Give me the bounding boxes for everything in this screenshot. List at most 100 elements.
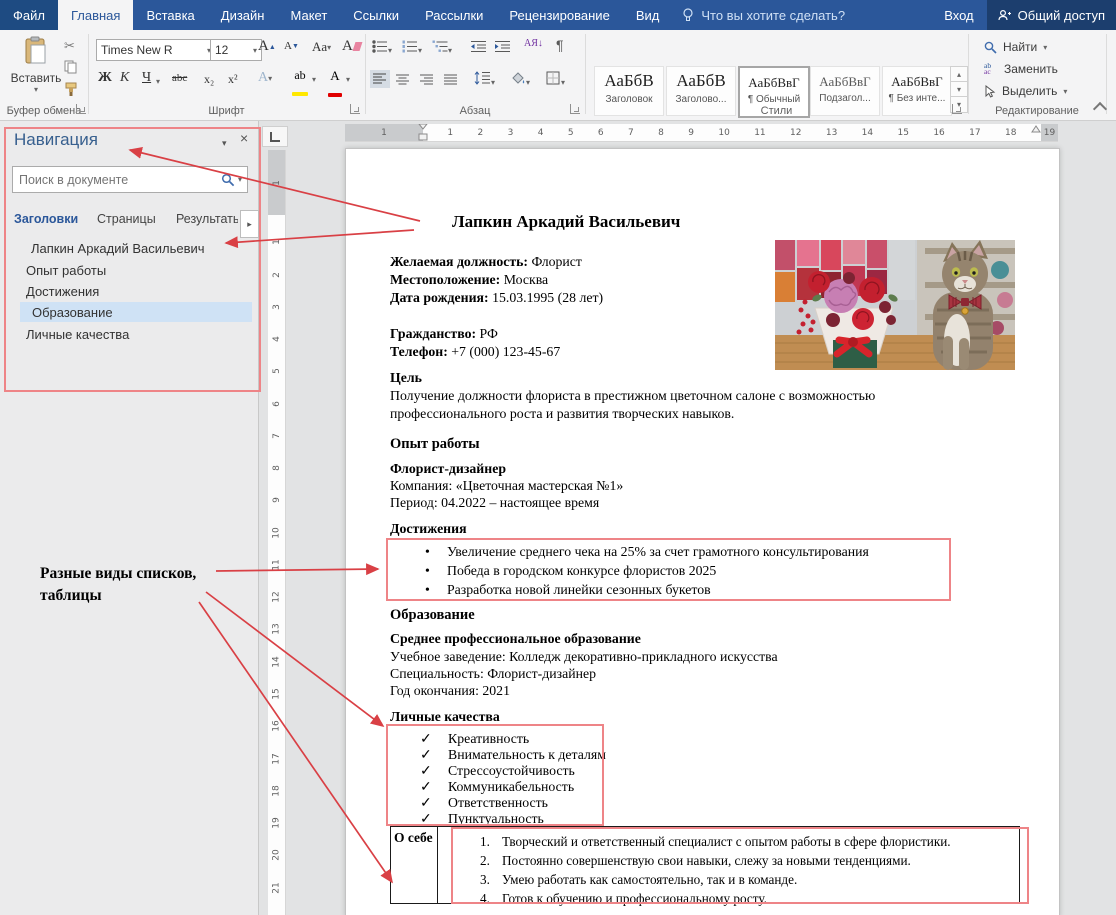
tab-mailings[interactable]: Рассылки [412, 0, 496, 30]
subscript-button[interactable]: x₂ [204, 72, 214, 87]
navigation-close-button[interactable]: × [240, 130, 248, 146]
align-right-button[interactable] [420, 73, 434, 91]
format-painter-button[interactable] [64, 82, 79, 102]
highlight-dropdown-icon[interactable]: ▾ [312, 75, 316, 84]
sort-button[interactable]: АЯ↓ [524, 38, 543, 49]
about-table[interactable]: О себе 1. Творческий и ответственный спец… [390, 826, 1020, 906]
nav-heading-item[interactable]: Личные качества [0, 324, 256, 344]
change-case-button[interactable]: Aa ▾ [312, 39, 331, 55]
section-heading-goal[interactable]: Цель [390, 369, 422, 386]
info-line[interactable]: Телефон: +7 (000) 123-45-67 [390, 343, 560, 360]
bullet-list-item[interactable]: • Разработка новой линейки сезонных букет… [425, 581, 711, 598]
numbering-button[interactable]: ▾ [402, 40, 422, 58]
education-line[interactable]: Специальность: Флорист-дизайнер [390, 665, 596, 682]
section-heading-achievements[interactable]: Достижения [390, 520, 467, 537]
vertical-ruler[interactable]: 1 1 2 3 4 5 6 7 8 9 10 11 12 13 14 15 16 17 18 19 20 21 [268, 150, 285, 915]
increase-indent-button[interactable] [494, 40, 511, 58]
nav-heading-item[interactable]: Достижения [0, 281, 256, 301]
check-list-item[interactable]: ✓ Внимательность к деталям [420, 746, 606, 763]
font-color-button[interactable]: А [328, 68, 342, 102]
goal-text-line[interactable]: Получение должности флориста в престижно… [390, 387, 875, 404]
cut-button[interactable]: ✂ [64, 38, 75, 54]
job-company[interactable]: Компания: «Цветочная мастерская №1» [390, 477, 623, 494]
goal-text-line[interactable]: профессионального роста и развития творч… [390, 405, 734, 422]
tell-me-box[interactable]: Что вы хотите сделать? [672, 0, 855, 30]
search-options-dropdown-icon[interactable]: ▾ [238, 175, 242, 184]
info-line[interactable]: Дата рождения: 15.03.1995 (28 лет) [390, 289, 603, 306]
copy-button[interactable] [64, 60, 78, 79]
check-list-item[interactable]: ✓ Ответственность [420, 794, 548, 811]
numbered-list-item[interactable]: 2. Постоянно совершенствую свои навыки, с… [480, 851, 1015, 870]
nav-tabs-overflow-button[interactable]: ▸ [240, 210, 259, 238]
superscript-button[interactable]: x² [228, 72, 238, 87]
font-color-dropdown-icon[interactable]: ▾ [346, 75, 350, 84]
section-heading-education[interactable]: Образование [390, 607, 475, 624]
decrease-indent-button[interactable] [470, 40, 487, 58]
resume-title[interactable]: Лапкин Аркадий Васильевич [452, 213, 680, 230]
shrink-font-button[interactable]: А ▼ [284, 40, 299, 52]
strikethrough-button[interactable]: abc [172, 72, 187, 84]
education-line[interactable]: Учебное заведение: Колледж декоративно-п… [390, 648, 778, 665]
tab-insert[interactable]: Вставка [133, 0, 207, 30]
signin-button[interactable]: Вход [931, 0, 986, 30]
underline-button[interactable]: Ч [142, 70, 151, 86]
numbered-list-item[interactable]: 4. Готов к обучению и профессиональному р… [480, 889, 1015, 908]
education-subheading[interactable]: Среднее профессиональное образование [390, 630, 641, 647]
clipboard-dialog-launcher[interactable] [76, 104, 86, 114]
grow-font-button[interactable]: А ▲ [258, 38, 276, 55]
line-spacing-button[interactable]: ▾ [474, 71, 495, 90]
bullets-button[interactable]: ▾ [372, 40, 392, 58]
job-period[interactable]: Период: 04.2022 – настоящее время [390, 494, 599, 511]
section-heading-qualities[interactable]: Личные качества [390, 708, 500, 725]
indent-marker-right[interactable] [1031, 125, 1041, 133]
pilcrow-button[interactable]: ¶ [556, 37, 564, 53]
search-icon[interactable] [221, 173, 235, 187]
bold-button[interactable]: Ж [98, 70, 112, 86]
check-list-item[interactable]: ✓ Коммуникабельность [420, 778, 574, 795]
check-list-item[interactable]: ✓ Креативность [420, 730, 529, 747]
font-name-combo[interactable]: Times New R ▾ [96, 39, 216, 61]
justify-button[interactable] [444, 73, 458, 91]
borders-button[interactable]: ▾ [546, 71, 565, 90]
nav-heading-item[interactable]: Лапкин Аркадий Васильевич [0, 238, 256, 258]
font-dialog-launcher[interactable] [350, 104, 360, 114]
clear-formatting-button[interactable]: А [342, 38, 363, 55]
paragraph-dialog-launcher[interactable] [570, 104, 580, 114]
numbered-list-item[interactable]: 1. Творческий и ответственный специалист … [480, 832, 1015, 851]
horizontal-ruler[interactable]: 1 1 2 3 4 5 6 7 8 9 10 11 12 13 14 15 16 17 18 19 [345, 124, 1058, 141]
indent-marker-left[interactable] [418, 124, 428, 141]
info-line[interactable]: Гражданство: РФ [390, 325, 498, 342]
align-left-button[interactable] [370, 70, 390, 88]
check-list-item[interactable]: ✓ Стрессоустойчивость [420, 762, 575, 779]
text-effects-button[interactable]: А ▾ [258, 70, 272, 86]
tab-layout[interactable]: Макет [277, 0, 340, 30]
tab-home[interactable]: Главная [57, 0, 134, 30]
nav-tab-pages[interactable]: Страницы [97, 212, 156, 226]
info-line[interactable]: Желаемая должность: Флорист [390, 253, 582, 270]
nav-tab-results[interactable]: Результать [176, 212, 238, 226]
education-line[interactable]: Год окончания: 2021 [390, 682, 510, 699]
nav-heading-item-selected[interactable]: Образование [20, 302, 252, 322]
share-button[interactable]: Общий доступ [986, 0, 1116, 30]
replace-button[interactable]: ab ac Заменить [984, 62, 1058, 76]
highlight-button[interactable]: ab [292, 68, 308, 101]
tab-stop-selector[interactable] [262, 126, 288, 147]
bullet-list-item[interactable]: • Победа в городском конкурсе флористов 2… [425, 562, 716, 579]
shading-button[interactable]: ▾ [510, 71, 530, 90]
nav-tab-headings[interactable]: Заголовки [14, 212, 78, 226]
tab-references[interactable]: Ссылки [340, 0, 412, 30]
cat-bouquet-photo[interactable] [775, 240, 1015, 370]
tab-review[interactable]: Рецензирование [496, 0, 622, 30]
tab-design[interactable]: Дизайн [208, 0, 278, 30]
info-line[interactable]: Местоположение: Москва [390, 271, 548, 288]
numbered-list-item[interactable]: 3. Умею работать как самостоятельно, так … [480, 870, 1015, 889]
paste-button[interactable]: Вставить ▾ [10, 36, 62, 94]
underline-dropdown-icon[interactable]: ▾ [156, 77, 160, 86]
select-button[interactable]: Выделить ▾ [984, 84, 1067, 98]
section-heading-experience[interactable]: Опыт работы [390, 436, 480, 453]
align-center-button[interactable] [396, 73, 410, 91]
styles-dialog-launcher[interactable] [952, 104, 962, 114]
tab-file[interactable]: Файл [0, 0, 58, 30]
tab-view[interactable]: Вид [623, 0, 673, 30]
check-list-item[interactable]: ✓ Пунктуальность [420, 810, 544, 827]
